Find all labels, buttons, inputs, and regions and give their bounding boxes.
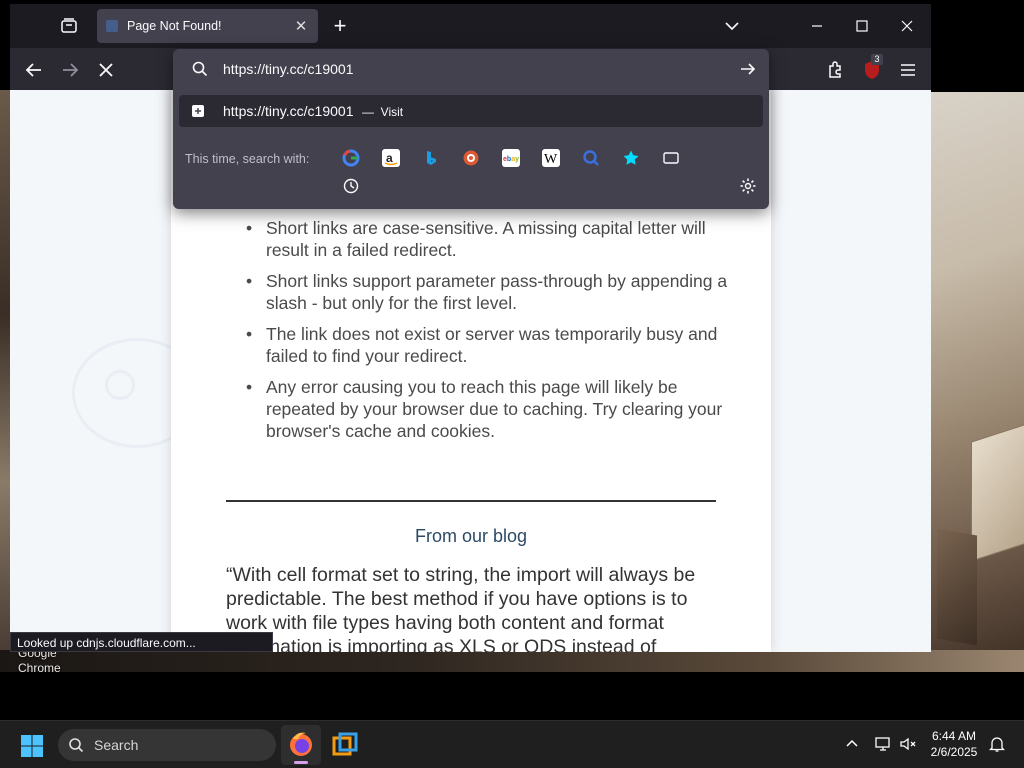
windows-logo-icon: [21, 735, 43, 757]
system-clock[interactable]: 6:44 AM 2/6/2025: [924, 728, 984, 760]
suggestion-action: — Visit: [362, 105, 404, 119]
minimize-icon: [812, 25, 822, 27]
ebay-icon[interactable]: ebay: [502, 149, 520, 167]
search-icon: [192, 61, 208, 77]
search-engine-icon[interactable]: [582, 149, 600, 167]
decorative-circle: [105, 370, 135, 400]
google-icon[interactable]: [342, 149, 360, 167]
list-item: Any error causing you to reach this page…: [246, 376, 736, 442]
app-menu-button[interactable]: [896, 58, 920, 82]
duckduckgo-icon[interactable]: [462, 149, 480, 167]
arrow-left-icon: [25, 63, 41, 77]
list-all-tabs-button[interactable]: [722, 16, 742, 36]
chevron-down-icon: [725, 22, 739, 31]
taskbar-search[interactable]: Search: [58, 729, 276, 761]
list-item: Short links are case-sensitive. A missin…: [246, 217, 736, 261]
blog-heading: From our blog: [414, 526, 528, 546]
puzzle-icon: [829, 61, 841, 78]
chevron-up-icon: [846, 739, 858, 747]
tab-page-not-found[interactable]: Page Not Found! ✕: [97, 9, 318, 43]
amazon-icon[interactable]: a: [382, 149, 400, 167]
search-icon: [69, 738, 84, 753]
status-panel: Looked up cdnjs.cloudflare.com...: [10, 632, 273, 652]
forward-button[interactable]: [58, 58, 82, 82]
history-icon[interactable]: [342, 177, 360, 195]
close-window-button[interactable]: [892, 14, 922, 38]
page-favicon-icon: [106, 20, 118, 32]
search-settings-button[interactable]: [739, 177, 757, 195]
new-tab-button[interactable]: +: [328, 13, 352, 39]
svg-text:W: W: [544, 152, 558, 167]
hamburger-menu-icon: [901, 64, 915, 76]
arrow-right-icon: [741, 63, 756, 75]
taskbar: Search 6:44 AM 2/6/2025: [0, 720, 1024, 768]
network-icon: [875, 737, 890, 751]
wallpaper-box: [971, 422, 1024, 562]
error-reasons-list: Short links are case-sensitive. A missin…: [246, 217, 736, 451]
close-tab-icon[interactable]: ✕: [292, 17, 310, 35]
taskbar-firefox[interactable]: [281, 725, 321, 765]
stop-button[interactable]: [94, 58, 118, 82]
search-with-label: This time, search with:: [185, 152, 310, 166]
wallpaper-right: [931, 92, 1024, 672]
start-button[interactable]: [20, 734, 44, 758]
stop-icon: [99, 63, 113, 77]
arrow-right-icon: [63, 63, 79, 77]
url-input[interactable]: https://tiny.cc/c19001: [173, 49, 769, 89]
list-item: The link does not exist or server was te…: [246, 323, 736, 367]
svg-text:a: a: [386, 151, 393, 165]
speaker-muted-icon: [900, 737, 916, 751]
tabs-icon[interactable]: [662, 149, 680, 167]
extension-badge-count: 3: [871, 54, 883, 65]
tab-list-icon: [61, 18, 77, 33]
clock-date: 2/6/2025: [930, 745, 978, 759]
bookmarks-icon[interactable]: [622, 149, 640, 167]
firefox-icon: [290, 732, 312, 756]
active-app-indicator: [294, 761, 308, 764]
tab-bar: Page Not Found! ✕ +: [10, 4, 931, 48]
go-button[interactable]: [738, 59, 758, 79]
gear-icon: [740, 178, 756, 194]
vmware-icon: [332, 732, 358, 756]
search-placeholder: Search: [94, 737, 139, 753]
wikipedia-icon[interactable]: W: [542, 149, 560, 167]
blog-quote: “With cell format set to string, the imp…: [226, 564, 696, 652]
clock-time: 6:44 AM: [931, 729, 977, 743]
notifications-button[interactable]: [988, 735, 1006, 753]
wallpaper-box: [937, 528, 977, 646]
wallpaper-bottom: [0, 650, 1024, 672]
bell-icon: [988, 737, 1006, 752]
taskbar-vmware[interactable]: [325, 725, 365, 765]
minimize-button[interactable]: [802, 14, 832, 38]
maximize-button[interactable]: [847, 14, 877, 38]
back-button[interactable]: [22, 58, 46, 82]
urlbar-dropdown: https://tiny.cc/c19001 https://tiny.cc/c…: [173, 49, 769, 209]
tab-list-button[interactable]: [58, 15, 80, 37]
url-value[interactable]: https://tiny.cc/c19001: [223, 61, 353, 77]
tab-title: Page Not Found!: [127, 19, 222, 33]
network-status[interactable]: [874, 735, 892, 753]
extensions-button[interactable]: [824, 58, 848, 82]
page-icon: [192, 105, 204, 117]
volume-status[interactable]: [899, 735, 917, 753]
list-item: Short links support parameter pass-throu…: [246, 270, 736, 314]
url-suggestion-row[interactable]: https://tiny.cc/c19001 — Visit: [179, 95, 763, 127]
divider: [226, 500, 716, 502]
maximize-icon: [856, 20, 868, 32]
show-hidden-icons-button[interactable]: [843, 735, 861, 753]
svg-text:ebay: ebay: [503, 156, 519, 163]
suggestion-url: https://tiny.cc/c19001: [223, 103, 354, 119]
close-icon: [901, 20, 913, 32]
bing-icon[interactable]: [422, 149, 440, 167]
